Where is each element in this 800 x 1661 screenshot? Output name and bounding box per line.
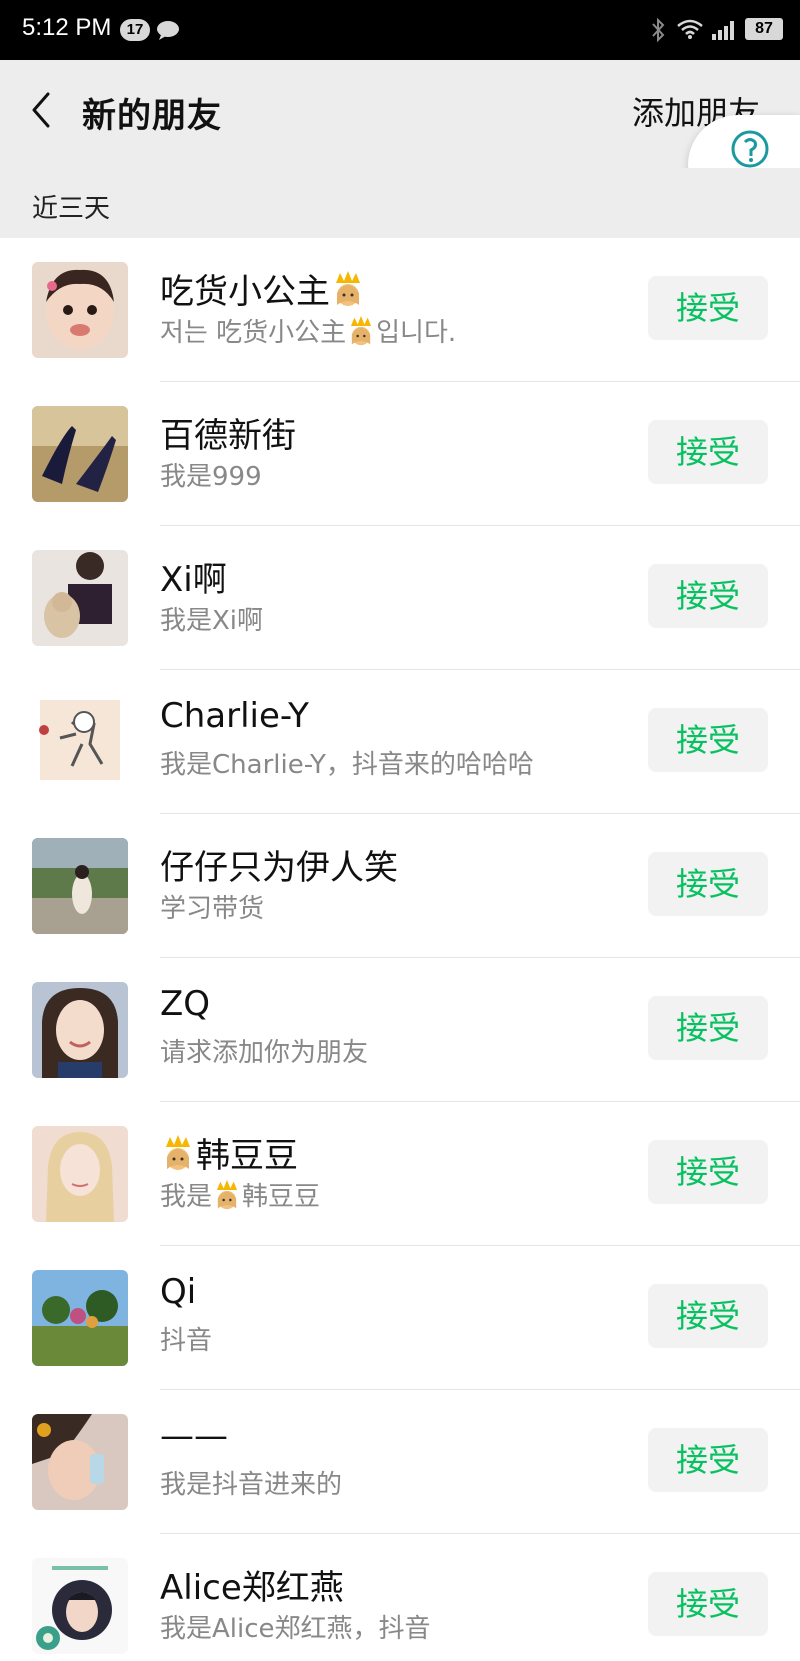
avatar[interactable]: [32, 694, 128, 790]
accept-button[interactable]: 接受: [648, 1428, 768, 1492]
list-item[interactable]: Xi啊 我是Xi啊 接受: [0, 526, 800, 670]
friend-name: ZQ: [160, 984, 211, 1024]
friend-message: 我是Alice郑红燕，抖音: [160, 1614, 431, 1644]
friend-message: 抖音: [160, 1326, 213, 1356]
accept-button[interactable]: 接受: [648, 276, 768, 340]
section-label: 近三天: [32, 194, 111, 224]
crown-emoji-icon: [166, 1135, 190, 1170]
avatar[interactable]: [32, 1270, 128, 1366]
friend-name: 百德新街: [160, 416, 296, 456]
list-item[interactable]: 仔仔只为伊人笑 学习带货 接受: [0, 814, 800, 958]
list-item[interactable]: ZQ 请求添加你为朋友 接受: [0, 958, 800, 1102]
friend-message: 我是Charlie-Y，抖音来的哈哈哈: [160, 750, 534, 780]
signal-icon: [712, 21, 734, 40]
list-item[interactable]: 百德新街 我是999 接受: [0, 382, 800, 526]
avatar[interactable]: [32, 982, 128, 1078]
friend-request-list: 吃货小公主 저는 吃货小公主 입니다. 接受 百德新街 我是999 接受 Xi啊 …: [0, 238, 800, 1661]
list-item[interactable]: Alice郑红燕 我是Alice郑红燕，抖音 接受: [0, 1534, 800, 1661]
battery-indicator: 87: [745, 18, 783, 40]
status-bar: 5:12 PM 17 87: [0, 0, 800, 60]
friend-name: Qi: [160, 1272, 197, 1312]
accept-button[interactable]: 接受: [648, 1572, 768, 1636]
crown-emoji-icon: [217, 1180, 238, 1210]
friend-name: 韩豆豆: [160, 1128, 298, 1177]
accept-button[interactable]: 接受: [648, 420, 768, 484]
accept-button[interactable]: 接受: [648, 564, 768, 628]
friend-name: Xi啊: [160, 560, 227, 600]
list-item[interactable]: —— 我是抖音进来的 接受: [0, 1390, 800, 1534]
nav-header: 新的朋友 添加朋友: [0, 60, 800, 158]
accept-button[interactable]: 接受: [648, 1284, 768, 1348]
status-time: 5:12 PM: [22, 14, 112, 41]
list-item[interactable]: Charlie-Y 我是Charlie-Y，抖音来的哈哈哈 接受: [0, 670, 800, 814]
accept-button[interactable]: 接受: [648, 708, 768, 772]
friend-message: 学习带货: [160, 894, 265, 924]
friend-message: 我是999: [160, 462, 262, 492]
accept-button[interactable]: 接受: [648, 996, 768, 1060]
friend-name: 仔仔只为伊人笑: [160, 848, 398, 888]
avatar[interactable]: [32, 1414, 128, 1510]
bluetooth-icon: [652, 17, 665, 43]
friend-message: 请求添加你为朋友: [160, 1038, 369, 1068]
section-header: 近三天: [0, 168, 800, 238]
crown-emoji-icon: [351, 316, 372, 346]
page-title: 新的朋友: [82, 96, 222, 136]
friend-message: 我是 韩豆豆: [160, 1176, 320, 1213]
avatar[interactable]: [32, 1126, 128, 1222]
accept-button[interactable]: 接受: [648, 1140, 768, 1204]
friend-name: ——: [160, 1416, 228, 1456]
wifi-icon: [677, 19, 703, 39]
friend-message: 我是抖音进来的: [160, 1470, 343, 1500]
friend-message: 我是Xi啊: [160, 606, 264, 636]
friend-name: Charlie-Y: [160, 696, 309, 736]
crown-emoji-icon: [336, 271, 360, 306]
friend-name: Alice郑红燕: [160, 1568, 344, 1608]
friend-message: 저는 吃货小公主 입니다.: [160, 312, 456, 349]
friend-name: 吃货小公主: [160, 264, 366, 313]
notification-badge: 17: [120, 19, 150, 41]
avatar[interactable]: [32, 1558, 128, 1654]
list-item[interactable]: 韩豆豆 我是 韩豆豆 接受: [0, 1102, 800, 1246]
accept-button[interactable]: 接受: [648, 852, 768, 916]
message-icon: [157, 21, 179, 40]
avatar[interactable]: [32, 550, 128, 646]
avatar[interactable]: [32, 406, 128, 502]
avatar[interactable]: [32, 262, 128, 358]
list-item[interactable]: Qi 抖音 接受: [0, 1246, 800, 1390]
list-item[interactable]: 吃货小公主 저는 吃货小公主 입니다. 接受: [0, 238, 800, 382]
chevron-left-icon[interactable]: [28, 90, 52, 130]
avatar[interactable]: [32, 838, 128, 934]
logo-icon: [731, 130, 769, 168]
